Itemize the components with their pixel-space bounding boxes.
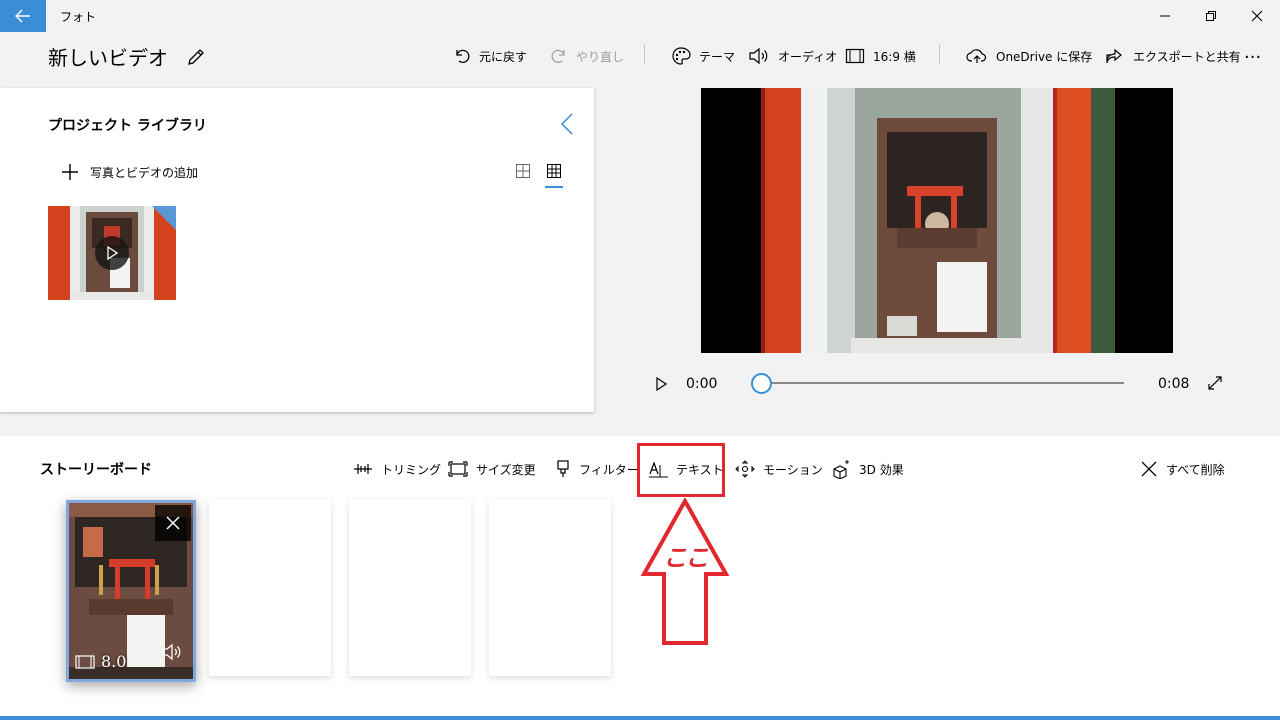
project-title: 新しいビデオ (48, 46, 168, 70)
undo-label: 元に戻す (479, 49, 528, 64)
share-icon (1106, 48, 1122, 63)
app-title: フォト (60, 10, 97, 24)
3d-effects-button[interactable]: 3D 効果 (831, 458, 904, 480)
trim-button[interactable]: トリミング (353, 458, 441, 480)
restore-button[interactable] (1188, 0, 1234, 32)
theme-button[interactable]: テーマ (671, 44, 735, 68)
added-indicator (152, 206, 176, 230)
large-grid-view-button[interactable] (516, 163, 530, 182)
remove-all-label: すべて削除 (1166, 462, 1225, 477)
filter-brush-icon (557, 460, 569, 477)
clip-duration-label: 8.0 (101, 652, 127, 671)
3d-effects-label: 3D 効果 (859, 462, 904, 477)
divider (939, 44, 940, 64)
storyboard-empty-slot[interactable] (209, 500, 331, 676)
storyboard-title: ストーリーボード (40, 462, 152, 478)
bottom-accent-line (0, 716, 1280, 720)
seek-bar[interactable] (760, 382, 1124, 384)
annotation-label: ここ (663, 543, 709, 572)
export-share-label: エクスポートと共有 (1133, 49, 1241, 64)
fullscreen-button[interactable] (1207, 375, 1223, 395)
current-time: 0:00 (686, 376, 718, 392)
highlight-box (637, 443, 725, 497)
resize-label: サイズ変更 (476, 462, 536, 477)
theme-label: テーマ (699, 49, 736, 64)
motion-button[interactable]: モーション (735, 458, 823, 480)
undo-icon (456, 49, 470, 64)
small-grid-view-button[interactable] (545, 163, 563, 188)
remove-clip-button[interactable] (155, 505, 191, 541)
clip-audio-button[interactable] (161, 643, 183, 665)
speaker-icon (162, 643, 181, 661)
seek-thumb[interactable] (751, 373, 772, 394)
divider (644, 44, 645, 64)
motion-icon (735, 460, 755, 478)
more-label: ... (1244, 41, 1262, 63)
save-onedrive-button[interactable]: OneDrive に保存 (966, 44, 1092, 68)
shrine-video-frame (701, 88, 1173, 353)
trim-label: トリミング (381, 462, 442, 477)
close-icon (1141, 461, 1157, 477)
aspect-ratio-label: 16:9 横 (873, 49, 916, 64)
close-window-button[interactable] (1234, 0, 1280, 32)
play-overlay (95, 236, 129, 270)
library-media-thumbnail[interactable] (48, 206, 176, 300)
close-icon (166, 516, 180, 530)
title-bar: フォト (0, 0, 1280, 32)
filter-label: フィルター (579, 462, 639, 477)
sparkle-cube-icon (833, 460, 849, 479)
close-icon (1251, 10, 1263, 22)
fullscreen-icon (1208, 376, 1222, 390)
more-options-button[interactable]: ... (1244, 40, 1261, 64)
resize-icon (448, 461, 468, 477)
project-title-area: 新しいビデオ (48, 42, 206, 71)
resize-button[interactable]: サイズ変更 (448, 458, 536, 480)
audio-label: オーディオ (778, 49, 838, 64)
undo-button[interactable]: 元に戻す (453, 44, 527, 68)
play-icon (107, 246, 118, 260)
minimize-button[interactable] (1142, 0, 1188, 32)
motion-label: モーション (763, 462, 823, 477)
export-share-button[interactable]: エクスポートと共有 (1105, 44, 1241, 68)
minimize-icon (1160, 15, 1170, 17)
plus-icon (62, 164, 78, 180)
collapse-library-button[interactable] (560, 112, 574, 140)
restore-icon (1206, 11, 1216, 21)
film-icon (75, 654, 95, 669)
trim-icon (354, 464, 372, 474)
chevron-left-icon (560, 113, 573, 135)
library-title: プロジェクト ライブラリ (48, 118, 207, 134)
video-preview[interactable] (701, 88, 1173, 353)
storyboard-clip[interactable]: 8.0 (66, 500, 196, 682)
palette-icon (672, 47, 691, 65)
cloud-upload-icon (966, 49, 987, 63)
filter-button[interactable]: フィルター (555, 458, 639, 480)
audio-button[interactable]: オーディオ (748, 44, 837, 68)
small-grid-icon (547, 164, 561, 178)
add-media-button[interactable]: 写真とビデオの追加 (60, 162, 198, 182)
redo-icon (551, 49, 565, 64)
arrow-left-icon (15, 9, 30, 23)
redo-button[interactable]: やり直し (550, 44, 624, 68)
aspect-ratio-icon (845, 48, 865, 64)
total-time: 0:08 (1158, 376, 1190, 392)
large-grid-icon (516, 164, 530, 178)
pencil-icon[interactable] (186, 47, 206, 67)
add-media-label: 写真とビデオの追加 (90, 165, 199, 180)
save-onedrive-label: OneDrive に保存 (996, 49, 1093, 64)
storyboard-empty-slot[interactable] (489, 500, 611, 676)
clip-duration[interactable]: 8.0 (75, 652, 126, 671)
remove-all-button[interactable]: すべて削除 (1140, 458, 1225, 480)
play-button[interactable] (654, 376, 668, 396)
project-library-panel: プロジェクト ライブラリ 写真とビデオの追加 (0, 88, 594, 412)
aspect-ratio-button[interactable]: 16:9 横 (845, 44, 916, 68)
back-button[interactable] (0, 0, 46, 32)
redo-label: やり直し (576, 49, 625, 64)
storyboard-empty-slot[interactable] (349, 500, 471, 676)
play-icon (656, 376, 668, 392)
speaker-icon (749, 47, 768, 65)
